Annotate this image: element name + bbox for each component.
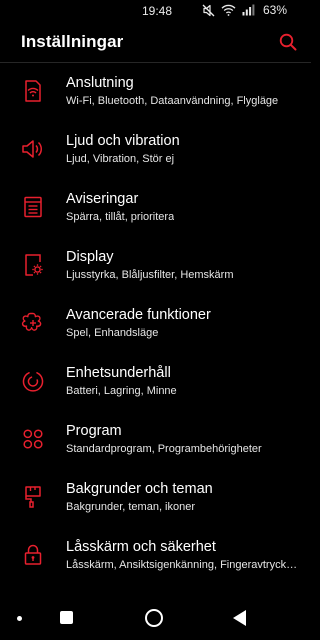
settings-item-wallpapers-themes[interactable]: Bakgrunder och teman Bakgrunder, teman, … <box>0 469 311 527</box>
page-title: Inställningar <box>21 32 124 51</box>
wifi-icon <box>221 4 236 16</box>
settings-item-title: Anslutning <box>66 75 134 91</box>
settings-item-apps[interactable]: Program Standardprogram, Programbehörigh… <box>0 411 311 469</box>
nav-home-button[interactable] <box>145 609 163 627</box>
nav-menu-dot-button[interactable] <box>17 616 22 621</box>
search-icon[interactable] <box>277 31 299 53</box>
advanced-features-icon <box>20 310 46 336</box>
settings-item-subtitle: Standardprogram, Programbehörigheter <box>66 443 262 455</box>
settings-item-advanced-features[interactable]: Avancerade funktioner Spel, Enhandsläge <box>0 295 311 353</box>
settings-item-subtitle: Låsskärm, Ansiktsigenkänning, Fingeravtr… <box>66 559 298 571</box>
display-icon <box>20 252 46 278</box>
settings-item-subtitle: Bakgrunder, teman, ikoner <box>66 501 196 513</box>
apps-icon <box>20 426 46 452</box>
settings-item-title: Låsskärm och säkerhet <box>66 539 216 555</box>
settings-item-subtitle: Wi-Fi, Bluetooth, Dataanvändning, Flyglä… <box>66 95 279 107</box>
mute-icon <box>202 4 215 17</box>
lock-icon <box>20 542 46 568</box>
settings-item-title: Aviseringar <box>66 191 139 207</box>
device-maintenance-icon <box>20 368 46 394</box>
signal-icon <box>242 4 255 16</box>
nav-recents-button[interactable] <box>60 611 73 624</box>
settings-item-subtitle: Batteri, Lagring, Minne <box>66 385 177 397</box>
settings-item-title: Enhetsunderhåll <box>66 365 171 381</box>
settings-item-title: Program <box>66 423 122 439</box>
battery-level: 63% <box>262 3 287 17</box>
settings-item-subtitle: Ljusstyrka, Blåljusfilter, Hemskärm <box>66 269 234 281</box>
app-bar: Inställningar <box>0 22 311 62</box>
status-time: 19:48 <box>142 4 173 18</box>
status-icons: 63% <box>202 3 287 17</box>
settings-item-connection[interactable]: Anslutning Wi-Fi, Bluetooth, Dataanvändn… <box>0 63 311 121</box>
settings-item-lockscreen-security[interactable]: Låsskärm och säkerhet Låsskärm, Ansiktsi… <box>0 527 311 585</box>
settings-item-title: Avancerade funktioner <box>66 307 211 323</box>
settings-item-device-maintenance[interactable]: Enhetsunderhåll Batteri, Lagring, Minne <box>0 353 311 411</box>
settings-list: Anslutning Wi-Fi, Bluetooth, Dataanvändn… <box>0 63 311 585</box>
settings-item-notifications[interactable]: Aviseringar Spärra, tillåt, prioritera <box>0 179 311 237</box>
settings-item-display[interactable]: Display Ljusstyrka, Blåljusfilter, Hemsk… <box>0 237 311 295</box>
settings-item-sound[interactable]: Ljud och vibration Ljud, Vibration, Stör… <box>0 121 311 179</box>
connection-icon <box>20 78 46 104</box>
settings-item-subtitle: Spärra, tillåt, prioritera <box>66 211 175 223</box>
settings-item-subtitle: Ljud, Vibration, Stör ej <box>66 153 175 165</box>
status-bar: 19:48 63% <box>0 0 311 22</box>
settings-item-title: Ljud och vibration <box>66 133 180 149</box>
navigation-bar <box>0 598 311 640</box>
nav-back-button[interactable] <box>233 610 246 626</box>
sound-icon <box>20 136 46 162</box>
settings-item-title: Display <box>66 249 114 265</box>
notifications-icon <box>20 194 46 220</box>
wallpaper-brush-icon <box>20 484 46 510</box>
settings-item-subtitle: Spel, Enhandsläge <box>66 327 159 339</box>
settings-item-title: Bakgrunder och teman <box>66 481 213 497</box>
